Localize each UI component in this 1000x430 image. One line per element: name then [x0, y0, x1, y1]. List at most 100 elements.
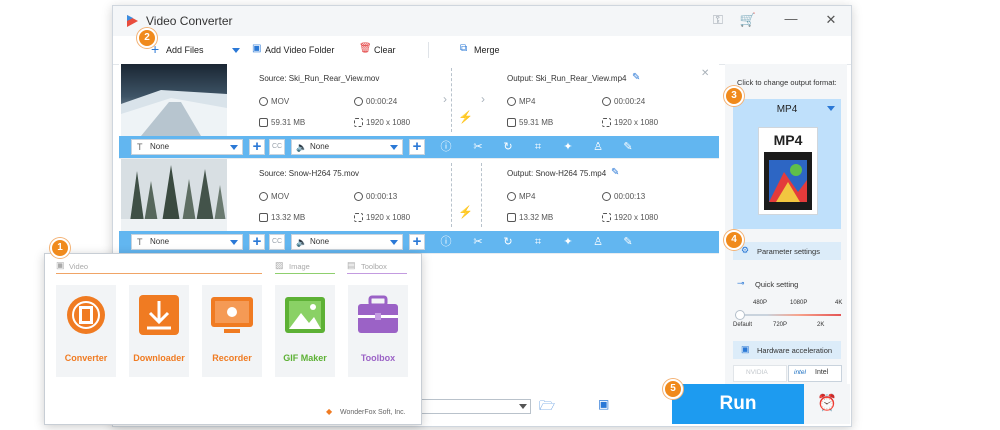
- step-badge: 5: [663, 379, 683, 399]
- converter-label: Converter: [64, 353, 108, 363]
- add-files-button[interactable]: Add Files: [166, 45, 204, 55]
- clock-icon: [354, 192, 363, 202]
- crop-icon[interactable]: ⌗: [531, 140, 545, 154]
- run-button[interactable]: Run: [672, 384, 804, 424]
- add-subtitle-button[interactable]: +: [249, 139, 265, 155]
- audio-track-select[interactable]: 🔈 None: [291, 234, 403, 250]
- gif-maker-label: GIF Maker: [283, 353, 327, 363]
- chevron-down-icon: [390, 240, 398, 245]
- quality-slider-knob[interactable]: [735, 310, 745, 320]
- gif-maker-tile[interactable]: GIF Maker: [275, 285, 335, 377]
- scissors-icon[interactable]: ✂: [471, 235, 485, 249]
- video-thumbnail[interactable]: [121, 64, 227, 136]
- source-format: MOV: [271, 97, 290, 106]
- cart-icon[interactable]: 🛒: [738, 12, 758, 28]
- quality-label: 480P: [753, 300, 768, 306]
- chevron-down-icon: [230, 145, 238, 150]
- clock-icon: [602, 97, 611, 107]
- output-format-selector[interactable]: MP4 MP4: [733, 99, 841, 229]
- intel-option[interactable]: intel Intel: [788, 365, 842, 382]
- merge-icon: ⧉: [460, 43, 468, 54]
- info-icon[interactable]: ⓘ: [439, 140, 453, 154]
- chevron-down-icon: [519, 404, 527, 409]
- rotate-icon[interactable]: ↻: [501, 235, 515, 249]
- crop-icon[interactable]: ⌗: [531, 235, 545, 249]
- output-folder-select[interactable]: [421, 399, 531, 414]
- add-subtitle-button[interactable]: +: [249, 234, 265, 250]
- add-audio-button[interactable]: +: [409, 139, 425, 155]
- resolution-icon: [602, 213, 611, 223]
- subtitle-icon: T: [137, 237, 143, 247]
- source-duration: 00:00:24: [366, 97, 398, 106]
- video-category-icon: ▣: [56, 260, 65, 270]
- subtitle-select[interactable]: T None: [131, 139, 243, 155]
- scissors-icon[interactable]: ✂: [471, 140, 485, 154]
- edit-pencil-icon[interactable]: ✎: [632, 72, 640, 83]
- nvidia-option[interactable]: NVIDIA: [733, 365, 787, 382]
- output-filename: Output: Snow-H264 75.mp4: [507, 169, 607, 178]
- wonderfox-logo-icon: ◆: [326, 407, 333, 416]
- recorder-tile[interactable]: Recorder: [202, 285, 262, 377]
- audio-track-select[interactable]: 🔈 None: [291, 139, 403, 155]
- lightning-icon[interactable]: ⚡: [458, 205, 473, 219]
- output-duration: 00:00:24: [614, 97, 646, 106]
- intel-label: Intel: [815, 369, 829, 376]
- output-filename: Output: Ski_Run_Rear_View.mp4: [507, 74, 627, 83]
- toolbar: + Add Files ▣ Add Video Folder 🗑 Clear ⧉…: [113, 36, 851, 65]
- category-image: Image: [289, 262, 310, 271]
- file-size-icon: [259, 118, 268, 128]
- intel-logo: intel: [794, 369, 806, 376]
- cc-button[interactable]: CC: [269, 234, 285, 250]
- ski-run-thumbnail-image: [121, 64, 227, 136]
- clear-button[interactable]: Clear: [374, 45, 396, 55]
- watermark-icon[interactable]: ♙: [591, 140, 605, 154]
- merge-button[interactable]: Merge: [474, 45, 500, 55]
- subtitle-select[interactable]: T None: [131, 234, 243, 250]
- app-title: Video Converter: [146, 14, 233, 28]
- converter-tile[interactable]: Converter: [56, 285, 116, 377]
- minimize-button[interactable]: —: [781, 11, 801, 26]
- resolution-icon: [602, 118, 611, 128]
- effects-wand-icon[interactable]: ✦: [561, 235, 575, 249]
- file-item[interactable]: Source: Ski_Run_Rear_View.mov MOV 00:00:…: [119, 64, 719, 159]
- file-item[interactable]: Source: Snow-H264 75.mov MOV 00:00:13 13…: [119, 159, 719, 254]
- video-thumbnail[interactable]: [121, 159, 227, 231]
- film-reel-icon: [67, 296, 105, 334]
- output-folder-icon[interactable]: ▣: [598, 397, 609, 411]
- toolbox-tile[interactable]: Toolbox: [348, 285, 408, 377]
- add-files-dropdown-icon[interactable]: [232, 48, 240, 53]
- downloader-tile[interactable]: Downloader: [129, 285, 189, 377]
- add-video-folder-button[interactable]: Add Video Folder: [265, 45, 334, 55]
- rotate-icon[interactable]: ↻: [501, 140, 515, 154]
- open-folder-icon[interactable]: 🗁: [539, 397, 555, 419]
- lightning-icon[interactable]: ⚡: [458, 110, 473, 124]
- parameter-settings-button[interactable]: ⚙ Parameter settings: [733, 242, 841, 260]
- close-window-button[interactable]: ✕: [821, 12, 841, 28]
- edit-pencil-icon[interactable]: ✎: [611, 167, 619, 178]
- subtitle-value: None: [150, 142, 170, 151]
- item-toolbar: T None + CC 🔈 None + ⓘ ✂ ↻ ⌗ ✦ ♙ ✎: [119, 231, 719, 253]
- company-footer: WonderFox Soft, Inc.: [340, 409, 406, 416]
- output-format-hint: Click to change output format:: [737, 78, 837, 87]
- subtitle-value: None: [150, 237, 170, 246]
- alarm-clock-icon[interactable]: ⏰: [804, 384, 850, 424]
- step-badge: 3: [724, 86, 744, 106]
- edit-icon[interactable]: ✎: [621, 140, 635, 154]
- info-icon[interactable]: ⓘ: [439, 235, 453, 249]
- quality-slider-track[interactable]: [735, 314, 841, 316]
- hardware-acceleration-toggle[interactable]: ▣ Hardware acceleration: [733, 341, 841, 359]
- category-video: Video: [69, 262, 89, 271]
- step-badge: 2: [137, 28, 157, 48]
- chevron-right-icon: ›: [481, 92, 485, 106]
- key-icon[interactable]: ⚿: [708, 12, 728, 28]
- remove-item-icon[interactable]: ✕: [701, 68, 709, 79]
- parameter-settings-label: Parameter settings: [757, 247, 820, 256]
- output-duration: 00:00:13: [614, 192, 646, 201]
- cc-button[interactable]: CC: [269, 139, 285, 155]
- effects-wand-icon[interactable]: ✦: [561, 140, 575, 154]
- output-size: 59.31 MB: [519, 118, 554, 127]
- edit-icon[interactable]: ✎: [621, 235, 635, 249]
- add-audio-button[interactable]: +: [409, 234, 425, 250]
- watermark-icon[interactable]: ♙: [591, 235, 605, 249]
- audio-value: None: [310, 237, 330, 246]
